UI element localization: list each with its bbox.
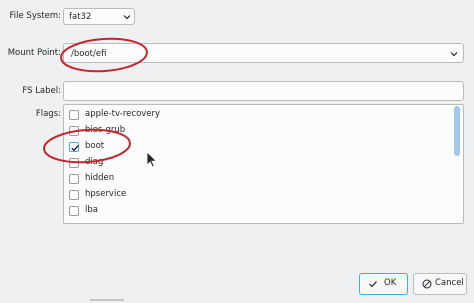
chevron-down-icon	[450, 52, 458, 57]
flag-label: lba	[85, 205, 98, 215]
flag-item-apple-tv-recovery[interactable]: apple-tv-recovery	[68, 108, 448, 123]
flag-item-boot[interactable]: boot	[68, 140, 448, 155]
file-system-combo[interactable]: fat32	[63, 8, 135, 25]
flag-checkbox[interactable]	[69, 206, 79, 216]
flags-scrollbar[interactable]	[454, 106, 460, 222]
check-icon	[71, 145, 79, 152]
ok-button[interactable]: OK	[359, 273, 408, 295]
flag-checkbox[interactable]	[69, 158, 79, 168]
mount-point-value: /boot/efi	[71, 49, 107, 59]
flag-label: hpservice	[85, 189, 127, 199]
flag-label: boot	[85, 141, 105, 151]
cancel-button[interactable]: Cancel	[413, 273, 467, 295]
fs-label-label: FS Label:	[22, 86, 61, 96]
bottom-divider	[90, 299, 124, 301]
flag-item-hidden[interactable]: hidden	[68, 172, 448, 187]
flags-list[interactable]: apple-tv-recovery bios-grub boot diag hi…	[63, 104, 464, 224]
chevron-down-icon	[123, 15, 131, 20]
flag-checkbox[interactable]	[69, 126, 79, 136]
ok-label: OK	[384, 278, 397, 288]
mount-point-label: Mount Point:	[7, 48, 61, 58]
fs-label-field[interactable]	[63, 81, 464, 101]
flag-checkbox[interactable]	[69, 142, 79, 152]
file-system-value: fat32	[69, 12, 92, 22]
flag-label: bios-grub	[85, 125, 126, 135]
flag-checkbox[interactable]	[69, 190, 79, 200]
flag-item-bios-grub[interactable]: bios-grub	[68, 124, 448, 139]
flag-item-lba[interactable]: lba	[68, 204, 448, 219]
flag-item-diag[interactable]: diag	[68, 156, 448, 171]
flag-checkbox[interactable]	[69, 110, 79, 120]
flag-label: diag	[85, 157, 104, 167]
cancel-icon	[422, 279, 432, 289]
flags-label: Flags:	[35, 109, 61, 119]
flag-item-hpservice[interactable]: hpservice	[68, 188, 448, 203]
flag-label: apple-tv-recovery	[85, 109, 161, 119]
mount-point-combo[interactable]: /boot/efi	[63, 43, 464, 63]
scrollbar-handle[interactable]	[454, 106, 460, 156]
file-system-label: File System:	[9, 11, 62, 21]
checkmark-icon	[369, 281, 377, 288]
flag-checkbox[interactable]	[69, 174, 79, 184]
flag-label: hidden	[85, 173, 115, 183]
cancel-label: Cancel	[435, 278, 464, 288]
